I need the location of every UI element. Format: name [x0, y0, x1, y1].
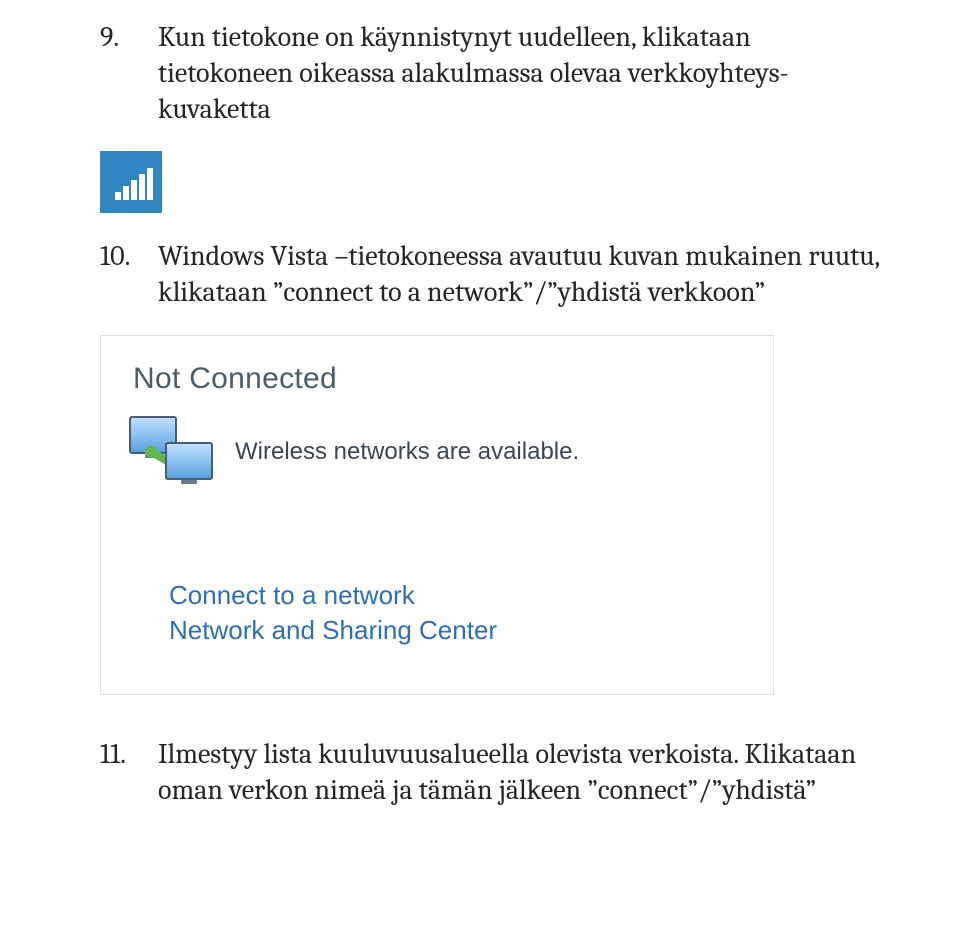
- list-number: 9.: [100, 20, 148, 127]
- available-row: Wireless networks are available.: [127, 416, 747, 488]
- list-number: 11.: [100, 737, 148, 809]
- vista-network-popup: Not Connected Wireless networks are avai…: [100, 335, 774, 695]
- list-text: Ilmestyy lista kuuluvuusalueella olevist…: [158, 737, 880, 809]
- network-signal-icon: [100, 151, 162, 213]
- connect-to-network-link[interactable]: Connect to a network: [169, 578, 747, 613]
- list-number: 10.: [100, 239, 148, 311]
- list-text: Kun tietokone on käynnistynyt uudelleen,…: [158, 20, 880, 127]
- list-item-9: 9. Kun tietokone on käynnistynyt uudelle…: [30, 20, 930, 127]
- list-text: Windows Vista –tietokoneessa avautuu kuv…: [158, 239, 880, 311]
- list-item-10: 10. Windows Vista –tietokoneessa avautuu…: [30, 239, 930, 311]
- list-item-11: 11. Ilmestyy lista kuuluvuusalueella ole…: [30, 737, 930, 809]
- available-text: Wireless networks are available.: [235, 438, 579, 466]
- connection-status: Not Connected: [133, 362, 747, 396]
- network-sharing-center-link[interactable]: Network and Sharing Center: [169, 613, 747, 648]
- network-computers-icon: [127, 416, 213, 488]
